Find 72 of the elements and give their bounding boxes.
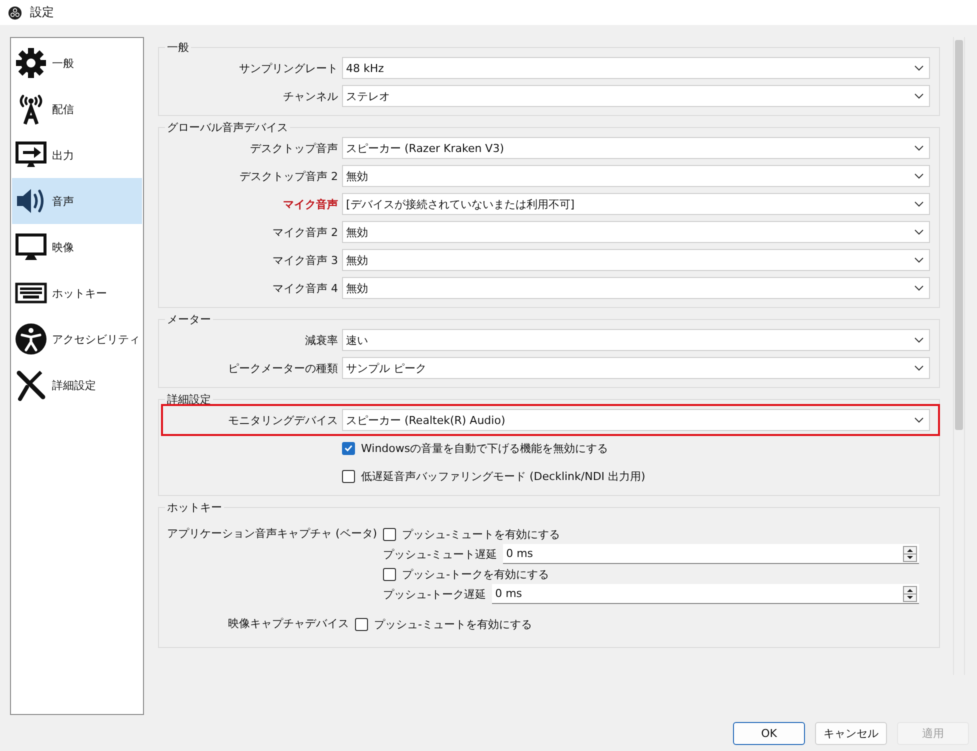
field-label: サンプリングレート [238, 60, 339, 76]
monitor-icon [15, 231, 47, 263]
gear-icon [15, 47, 47, 79]
chevron-down-icon [914, 285, 924, 291]
field-label: マイク音声 [282, 196, 339, 212]
group-title: メーター [166, 313, 212, 326]
group-title: グローバル音声デバイス [166, 121, 289, 134]
hotkey-label: 映像キャプチャデバイス [227, 616, 350, 632]
dropdown[interactable]: [デバイスが接続されていないまたは利用不可] [342, 193, 930, 215]
sidebar-item[interactable]: 出力 [12, 132, 142, 178]
spin-arrows-icon [903, 546, 917, 562]
checkbox-label: 低遅延音声バッファリングモード (Decklink/NDI 出力用) [361, 468, 646, 484]
field-label: ピークメーターの種類 [227, 360, 339, 376]
hotkey-label: アプリケーション音声キャプチャ (ベータ) [167, 526, 378, 542]
dialog-button[interactable]: キャンセル [815, 722, 887, 745]
spin-field[interactable]: 0 ms [503, 544, 919, 564]
checkbox[interactable] [342, 470, 355, 482]
accessibility-icon [15, 323, 47, 355]
dropdown[interactable]: サンプル ピーク [342, 357, 930, 379]
field-label: デスクトップ音声 2 [238, 168, 339, 184]
scrollbar[interactable] [953, 37, 965, 675]
chevron-down-icon [914, 201, 924, 207]
checkbox-label: プッシュ-トークを有効にする [402, 566, 550, 582]
chevron-down-icon [914, 145, 924, 151]
checkbox[interactable] [383, 528, 396, 540]
dropdown[interactable]: 無効 [342, 249, 930, 271]
chevron-down-icon [914, 173, 924, 179]
field-label: チャンネル [282, 88, 339, 104]
dropdown[interactable]: 速い [342, 329, 930, 351]
checkbox-label: プッシュ-ミュートを有効にする [374, 616, 532, 632]
checkbox-label: Windowsの音量を自動で下げる機能を無効にする [361, 440, 608, 456]
dropdown[interactable]: 48 kHz [342, 57, 930, 79]
scrollbar-thumb[interactable] [955, 40, 963, 430]
dropdown[interactable]: スピーカー (Razer Kraken V3) [342, 137, 930, 159]
chevron-down-icon [914, 337, 924, 343]
sidebar-item[interactable]: ホットキー [12, 270, 142, 316]
field-label: デスクトップ音声 [249, 140, 339, 156]
chevron-down-icon [914, 365, 924, 371]
field-label: プッシュ-トーク遅延 [383, 586, 488, 602]
sidebar-item[interactable]: 音声 [12, 178, 142, 224]
sidebar-item[interactable]: 一般 [12, 40, 142, 86]
spin-field[interactable]: 0 ms [492, 584, 919, 604]
field-label: モニタリングデバイス [227, 412, 339, 428]
window-title: 設定 [30, 4, 54, 21]
checkbox-label: プッシュ-ミュートを有効にする [402, 526, 560, 542]
field-label: プッシュ-ミュート遅延 [383, 546, 498, 562]
chevron-down-icon [914, 93, 924, 99]
sidebar-item[interactable]: 詳細設定 [12, 362, 142, 408]
group-title: 一般 [166, 41, 190, 54]
dialog-button[interactable]: OK [733, 722, 805, 745]
group-title: ホットキー [166, 501, 223, 514]
field-label: マイク音声 3 [272, 252, 339, 268]
chevron-down-icon [914, 65, 924, 71]
app-logo-icon [8, 6, 22, 20]
chevron-down-icon [914, 229, 924, 235]
checkbox[interactable] [342, 442, 355, 454]
checkbox[interactable] [355, 618, 368, 630]
chevron-down-icon [914, 417, 924, 423]
sidebar-item[interactable]: アクセシビリティ [12, 316, 142, 362]
dropdown[interactable]: 無効 [342, 277, 930, 299]
field-label: マイク音声 2 [272, 224, 339, 240]
spin-arrows-icon [903, 586, 917, 602]
sidebar-item[interactable]: 映像 [12, 224, 142, 270]
chevron-down-icon [914, 257, 924, 263]
dropdown[interactable]: スピーカー (Realtek(R) Audio) [342, 409, 930, 431]
field-label: マイク音声 4 [272, 280, 339, 296]
checkbox[interactable] [383, 568, 396, 580]
dropdown[interactable]: ステレオ [342, 85, 930, 107]
dropdown[interactable]: 無効 [342, 221, 930, 243]
sidebar-item[interactable]: 配信 [12, 86, 142, 132]
dropdown[interactable]: 無効 [342, 165, 930, 187]
field-label: 減衰率 [304, 332, 339, 348]
